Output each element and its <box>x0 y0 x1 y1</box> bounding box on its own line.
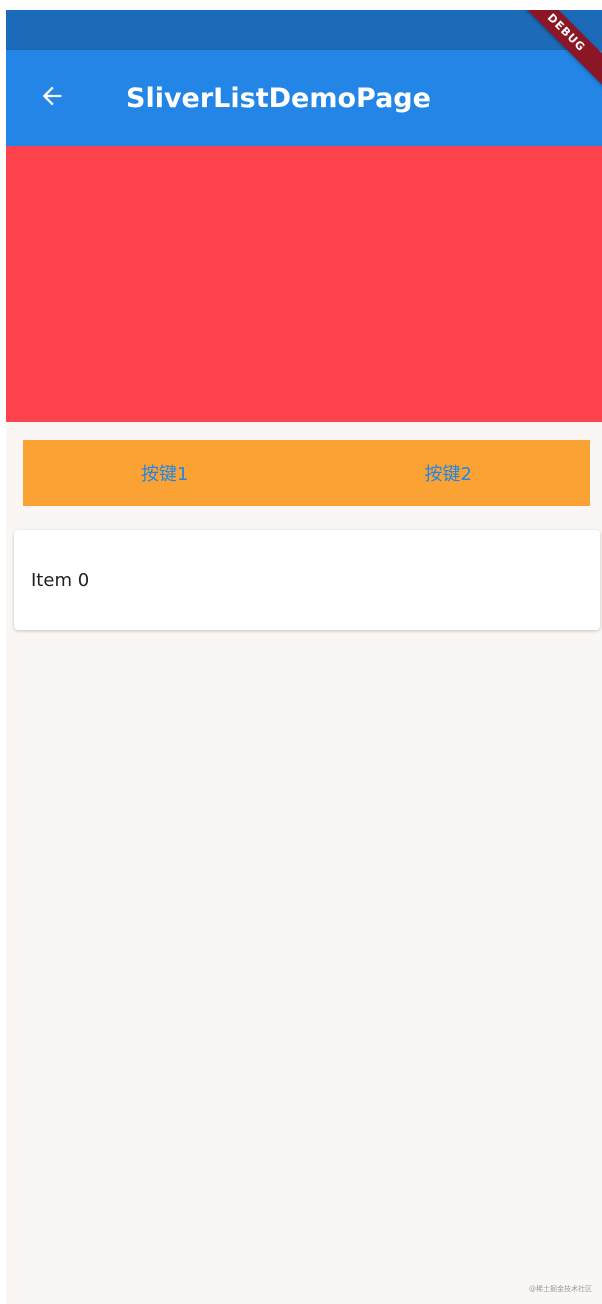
button-2[interactable]: 按键2 <box>307 440 591 506</box>
arrow-back-icon <box>38 82 66 114</box>
back-button[interactable] <box>30 76 74 120</box>
watermark: @稀土掘金技术社区 <box>529 1285 592 1293</box>
status-bar <box>6 10 602 50</box>
list-item[interactable]: Item 0 <box>14 530 600 630</box>
page-title: SliverListDemoPage <box>126 82 431 114</box>
list-item-label: Item 0 <box>31 569 90 591</box>
button-row: 按键1 按键2 <box>23 440 590 506</box>
phone-screen: SliverListDemoPage DEBUG 按键1 按键2 Item 0 … <box>6 10 602 1304</box>
button-1[interactable]: 按键1 <box>23 440 307 506</box>
app-bar: SliverListDemoPage <box>6 50 602 146</box>
header-block <box>6 146 602 422</box>
